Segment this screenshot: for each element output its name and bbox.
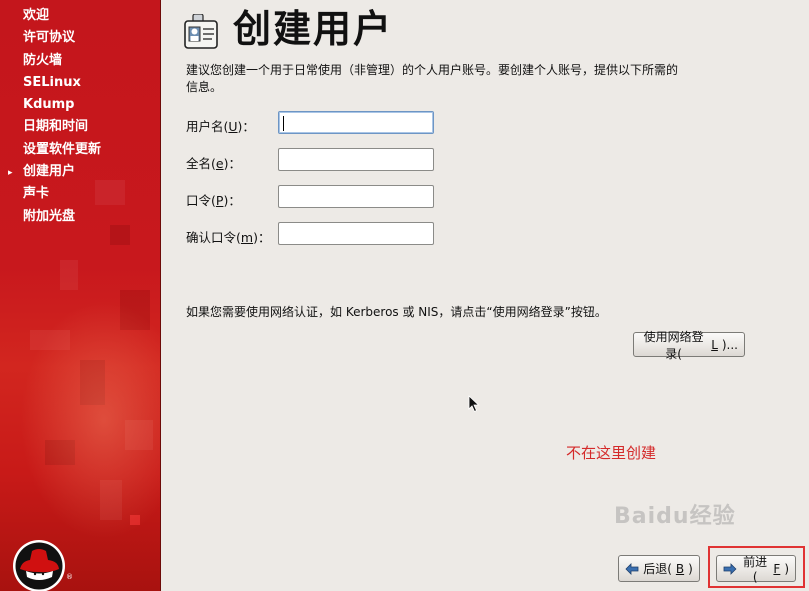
network-auth-note: 如果您需要使用网络认证，如 Kerberos 或 NIS，请点击“使用网络登录”… <box>186 305 607 319</box>
watermark: Baidu经验 <box>614 504 736 529</box>
password-label: 口令(P)： <box>186 193 241 208</box>
trademark-mark: ® <box>66 573 73 581</box>
bg-pixel <box>60 260 78 290</box>
sidebar-item-software-updates: 设置软件更新 <box>0 140 160 162</box>
sidebar-item-label: 附加光盘 <box>23 208 76 224</box>
sidebar-item-firewall: 防火墙 <box>0 51 160 73</box>
back-button[interactable]: 后退(B) <box>618 555 700 582</box>
sidebar-item-soundcard: 声卡 <box>0 184 160 206</box>
password-input[interactable] <box>278 185 434 208</box>
sidebar-nav: 欢迎 许可协议 防火墙 SELinux Kdump 日期和时间 设置软件更新 ▸… <box>0 0 160 229</box>
username-label: 用户名(U)： <box>186 119 255 134</box>
network-login-button[interactable]: 使用网络登录(L)... <box>633 330 745 361</box>
sidebar-item-label: 设置软件更新 <box>23 141 102 157</box>
sidebar-item-datetime: 日期和时间 <box>0 117 160 139</box>
sidebar-item-label: 防火墙 <box>23 52 63 68</box>
bg-glow <box>20 300 160 540</box>
id-card-icon <box>184 14 218 49</box>
username-input[interactable] <box>278 111 434 134</box>
page-description: 建议您创建一个用于日常使用（非管理）的个人用户账号。要创建个人账号，提供以下所需… <box>186 63 679 94</box>
sidebar-item-additional-cds: 附加光盘 <box>0 207 160 229</box>
arrow-left-icon <box>625 562 639 575</box>
sidebar-item-label: 创建用户 <box>23 164 76 180</box>
sidebar-item-kdump: Kdump <box>0 95 160 117</box>
forward-button-highlight <box>708 546 805 588</box>
sidebar-item-welcome: 欢迎 <box>0 6 160 28</box>
sidebar: 欢迎 许可协议 防火墙 SELinux Kdump 日期和时间 设置软件更新 ▸… <box>0 0 161 591</box>
sidebar-item-selinux: SELinux <box>0 73 160 95</box>
mouse-pointer-icon <box>468 395 480 413</box>
sidebar-item-create-user: ▸ 创建用户 <box>0 162 160 184</box>
confirm-password-label: 确认口令(m)： <box>186 230 271 245</box>
sidebar-item-label: 许可协议 <box>23 30 76 46</box>
sidebar-item-label: SELinux <box>23 74 81 90</box>
annotation-note: 不在这里创建 <box>566 444 657 462</box>
fullname-label: 全名(e)： <box>186 156 241 171</box>
sidebar-item-label: 声卡 <box>23 186 50 202</box>
confirm-password-input[interactable] <box>278 222 434 245</box>
page-title: 创建用户 <box>233 7 394 51</box>
fullname-input[interactable] <box>278 148 434 171</box>
redhat-shadowman-logo-icon <box>13 540 65 591</box>
sidebar-item-label: 日期和时间 <box>23 119 89 135</box>
sidebar-item-label: Kdump <box>23 97 75 113</box>
sidebar-item-license: 许可协议 <box>0 28 160 50</box>
text-caret <box>283 116 284 131</box>
sidebar-item-label: 欢迎 <box>23 8 50 23</box>
current-step-indicator-icon: ▸ <box>8 168 13 179</box>
